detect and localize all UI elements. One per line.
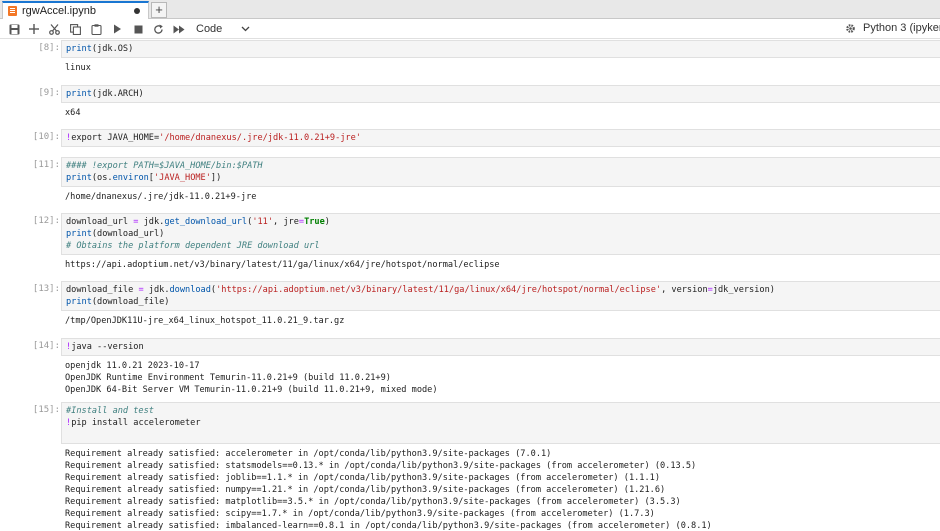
notebook-toolbar: Code Python 3 (ipykernel)	[0, 19, 940, 39]
cell-output: openjdk 11.0.21 2023-10-17 OpenJDK Runti…	[61, 360, 940, 396]
code-line: print(jdk.OS)	[66, 44, 134, 54]
output-line: Requirement already satisfied: scipy==1.…	[65, 509, 655, 519]
cell-input[interactable]: download_url = jdk.get_download_url('11'…	[61, 213, 940, 255]
output-line: Requirement already satisfied: joblib==1…	[65, 473, 660, 483]
output-line: Requirement already satisfied: matplotli…	[65, 497, 681, 507]
output-line: Requirement already satisfied: statsmode…	[65, 461, 697, 471]
output-line: Requirement already satisfied: numpy==1.…	[65, 485, 666, 495]
gear-icon	[846, 23, 855, 33]
cell-input[interactable]: print(jdk.OS)	[61, 40, 940, 58]
code-line: !java --version	[66, 342, 144, 352]
cell-output: https://api.adoptium.net/v3/binary/lates…	[61, 259, 940, 271]
output-line: https://api.adoptium.net/v3/binary/lates…	[65, 260, 500, 270]
cell-input[interactable]: #Install and test !pip install accelerom…	[61, 402, 940, 444]
code-line: #Install and test	[66, 406, 154, 416]
tab-bar: rgwAccel.ipynb +	[0, 0, 940, 19]
code-line: print(download_file)	[66, 297, 170, 307]
code-line: print(download_url)	[66, 229, 165, 239]
cell-type-value: Code	[196, 23, 223, 35]
tab-label: rgwAccel.ipynb	[22, 5, 96, 17]
output-line: Requirement already satisfied: accelerom…	[65, 449, 552, 459]
input-prompt: [10]:	[32, 132, 60, 142]
plus-icon[interactable]	[24, 20, 44, 38]
fast-forward-icon[interactable]	[169, 20, 189, 38]
code-line: # Obtains the platform dependent JRE dow…	[66, 241, 320, 251]
notebook-tab[interactable]: rgwAccel.ipynb	[2, 1, 149, 19]
save-icon[interactable]	[4, 20, 24, 38]
input-prompt: [9]:	[38, 88, 60, 98]
paste-icon[interactable]	[86, 20, 106, 38]
restart-icon[interactable]	[148, 20, 168, 38]
input-prompt: [11]:	[32, 160, 60, 170]
input-prompt: [15]:	[32, 405, 60, 415]
scissors-icon[interactable]	[44, 20, 64, 38]
code-line: #### !export PATH=$JAVA_HOME/bin:$PATH	[66, 161, 263, 171]
code-line: download_url = jdk.get_download_url('11'…	[66, 217, 330, 227]
code-line: print(jdk.ARCH)	[66, 89, 144, 99]
code-line: print(os.environ['JAVA_HOME'])	[66, 173, 222, 183]
cell-input[interactable]: print(jdk.ARCH)	[61, 85, 940, 103]
chevron-down-icon	[241, 26, 250, 32]
code-line: !export JAVA_HOME='/home/dnanexus/.jre/j…	[66, 133, 361, 143]
output-line: x64	[65, 108, 81, 118]
output-line: /home/dnanexus/.jre/jdk-11.0.21+9-jre	[65, 192, 257, 202]
input-prompt: [14]:	[32, 341, 60, 351]
input-prompt: [13]:	[32, 284, 60, 294]
cell-output: x64	[61, 107, 940, 119]
cell-output: /home/dnanexus/.jre/jdk-11.0.21+9-jre	[61, 191, 940, 203]
cell-input[interactable]: #### !export PATH=$JAVA_HOME/bin:$PATH p…	[61, 157, 940, 187]
output-line: /tmp/OpenJDK11U-jre_x64_linux_hotspot_11…	[65, 316, 345, 326]
code-line: download_file = jdk.download('https://ap…	[66, 285, 775, 295]
kernel-indicator[interactable]: Python 3 (ipykernel)	[845, 22, 940, 34]
cell-input[interactable]: download_file = jdk.download('https://ap…	[61, 281, 940, 311]
stop-icon[interactable]	[128, 20, 148, 38]
code-line: !pip install accelerometer	[66, 418, 201, 428]
cell-type-select[interactable]: Code	[196, 21, 252, 37]
output-line: OpenJDK Runtime Environment Temurin-11.0…	[65, 373, 391, 383]
cell-input[interactable]: !export JAVA_HOME='/home/dnanexus/.jre/j…	[61, 129, 940, 147]
cell-output: Requirement already satisfied: accelerom…	[61, 448, 940, 531]
input-prompt: [8]:	[38, 43, 60, 53]
output-line: Requirement already satisfied: imbalance…	[65, 521, 712, 531]
cell-input[interactable]: !java --version	[61, 338, 940, 356]
notebook-panel: [8]: print(jdk.OS) linux [9]: print(jdk.…	[0, 40, 940, 531]
output-line: OpenJDK 64-Bit Server VM Temurin-11.0.21…	[65, 385, 438, 395]
kernel-name: Python 3 (ipykernel)	[863, 22, 940, 34]
cell-output: linux	[61, 62, 940, 74]
cell-output: /tmp/OpenJDK11U-jre_x64_linux_hotspot_11…	[61, 315, 940, 327]
notebook-icon	[8, 6, 17, 16]
new-tab-button[interactable]: +	[151, 2, 167, 18]
output-line: openjdk 11.0.21 2023-10-17	[65, 361, 200, 371]
unsaved-dot-icon[interactable]	[134, 8, 140, 14]
play-icon[interactable]	[107, 20, 127, 38]
output-line: linux	[65, 63, 91, 73]
copy-icon[interactable]	[65, 20, 85, 38]
input-prompt: [12]:	[32, 216, 60, 226]
